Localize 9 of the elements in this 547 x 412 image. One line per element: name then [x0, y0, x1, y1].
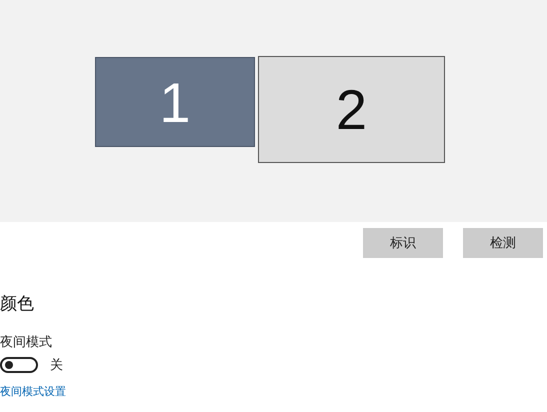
- toggle-state: 关: [50, 357, 63, 374]
- monitor-button[interactable]: 检测: [463, 228, 543, 258]
- monitor-tile[interactable]: 1: [95, 57, 255, 147]
- monitor-tile[interactable]: 2: [258, 56, 445, 163]
- toggle-switch[interactable]: [0, 357, 38, 373]
- section-title: 颜色: [0, 293, 35, 315]
- setting-label: 夜间模式: [0, 334, 53, 351]
- settings-link[interactable]: 夜间模式设置: [0, 384, 66, 399]
- monitor-button[interactable]: 标识: [363, 228, 443, 258]
